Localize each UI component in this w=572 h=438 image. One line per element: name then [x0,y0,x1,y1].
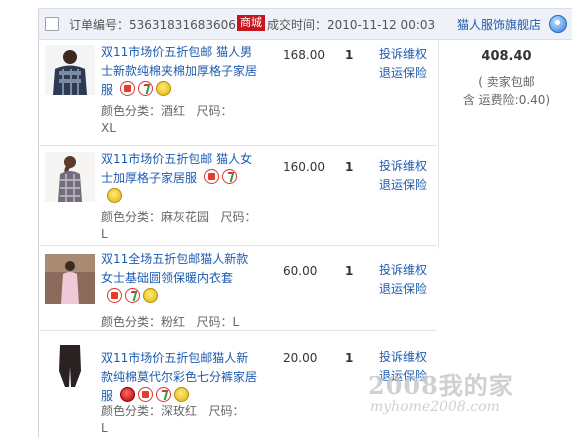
product-thumbnail[interactable] [45,341,95,391]
item-price: 168.00 [283,48,325,62]
return-insurance-link[interactable]: 退运保险 [379,66,427,80]
product-thumbnail[interactable] [45,45,95,95]
item-actions: 投诉维权 退运保险 [379,348,427,386]
item-quantity: 1 [345,351,354,365]
product-attributes: 颜色分类：麻灰花园 尺码： L [101,209,256,243]
color-label: 颜色分类：粉红 [101,315,186,329]
order-total-cell: 408.40 ( 卖家包邮 含 运费险:0.40) [438,39,572,249]
seven-day-icon [155,387,171,402]
product-attributes: 颜色分类：深玫红 尺码： L [101,403,244,437]
order-item-row: 双11市场价五折包邮 猫人女士加厚格子家居服 颜色分类：麻灰花园 尺码： L 1… [39,146,437,246]
size-value: XL [101,121,116,135]
product-title-text[interactable]: 双11全场五折包邮猫人新款女士基础圆领保暖内衣套 [101,252,248,285]
wangwang-chat-icon[interactable] [549,15,567,33]
color-label: 颜色分类：深玫红 [101,404,198,418]
product-attributes: 颜色分类：粉红 尺码：L [101,314,239,331]
item-actions: 投诉维权 退运保险 [379,45,427,83]
item-price: 60.00 [283,264,318,278]
item-quantity: 1 [345,48,354,62]
size-label: 尺码： [220,210,257,224]
product-title-link[interactable]: 双11市场价五折包邮 猫人女士加厚格子家居服 [101,150,259,207]
deal-time: 成交时间：2010-11-12 00:03 [267,18,436,32]
order-number: 订单编号：53631831683606 [69,18,236,32]
item-price: 20.00 [283,351,318,365]
size-label: 尺码： [208,404,245,418]
product-thumbnail[interactable] [45,254,95,304]
xiao-icon [203,169,219,184]
product-title-link[interactable]: 双11全场五折包邮猫人新款女士基础圆领保暖内衣套 [101,250,259,307]
complaint-link[interactable]: 投诉维权 [379,159,427,173]
order-checkbox[interactable] [45,17,59,31]
order-card: 订单编号：53631831683606 商城 成交时间：2010-11-12 0… [38,8,572,438]
item-actions: 投诉维权 退运保险 [379,261,427,299]
gold-icon [155,81,171,96]
complaint-link[interactable]: 投诉维权 [379,350,427,364]
gold-icon [143,288,158,303]
size-value: L [101,421,108,435]
item-quantity: 1 [345,264,354,278]
shipping-note: ( 卖家包邮 [478,75,535,89]
xiao-icon [137,387,153,402]
insurance-note: 含 运费险:0.40) [462,93,551,107]
xiao-icon [119,81,135,96]
seven-day-icon [221,169,237,184]
order-item-row: 双11全场五折包邮猫人新款女士基础圆领保暖内衣套 颜色分类：粉红 尺码：L 60… [39,246,437,331]
order-header: 订单编号：53631831683606 商城 成交时间：2010-11-12 0… [39,8,572,40]
mall-badge: 商城 [237,15,265,31]
order-item-row: 双11市场价五折包邮猫人新款纯棉莫代尔彩色七分裤家居服 颜色分类：深玫红 尺码：… [39,331,437,438]
item-quantity: 1 [345,160,354,174]
complaint-link[interactable]: 投诉维权 [379,263,427,277]
shop-name-link[interactable]: 猫人服饰旗舰店 [457,16,541,33]
product-title-link[interactable]: 双11市场价五折包邮猫人新款纯棉莫代尔彩色七分裤家居服 [101,349,259,406]
return-insurance-link[interactable]: 退运保险 [379,178,427,192]
seven-day-icon [137,81,153,96]
item-actions: 投诉维权 退运保险 [379,157,427,195]
gold-icon [173,387,189,402]
seven-day-icon [125,288,140,303]
size-label: 尺码： [196,104,233,118]
product-thumbnail[interactable] [45,152,95,202]
color-label: 颜色分类：麻灰花园 [101,210,210,224]
item-price: 160.00 [283,160,325,174]
return-insurance-link[interactable]: 退运保险 [379,369,427,383]
complaint-link[interactable]: 投诉维权 [379,47,427,61]
return-insurance-link[interactable]: 退运保险 [379,282,427,296]
gold-icon [107,188,122,203]
order-total-amount: 408.40 [481,49,532,64]
order-item-row: 双11市场价五折包邮 猫人男士新款纯棉夹棉加厚格子家居服 颜色分类：酒红 尺码：… [39,39,437,146]
product-title-link[interactable]: 双11市场价五折包邮 猫人男士新款纯棉夹棉加厚格子家居服 [101,43,259,100]
red-icon [119,387,135,402]
xiao-icon [107,288,122,303]
size-value: L [101,227,108,241]
color-label: 颜色分类：酒红 [101,104,186,118]
size-label: 尺码：L [196,315,240,329]
product-attributes: 颜色分类：酒红 尺码： XL [101,103,232,137]
